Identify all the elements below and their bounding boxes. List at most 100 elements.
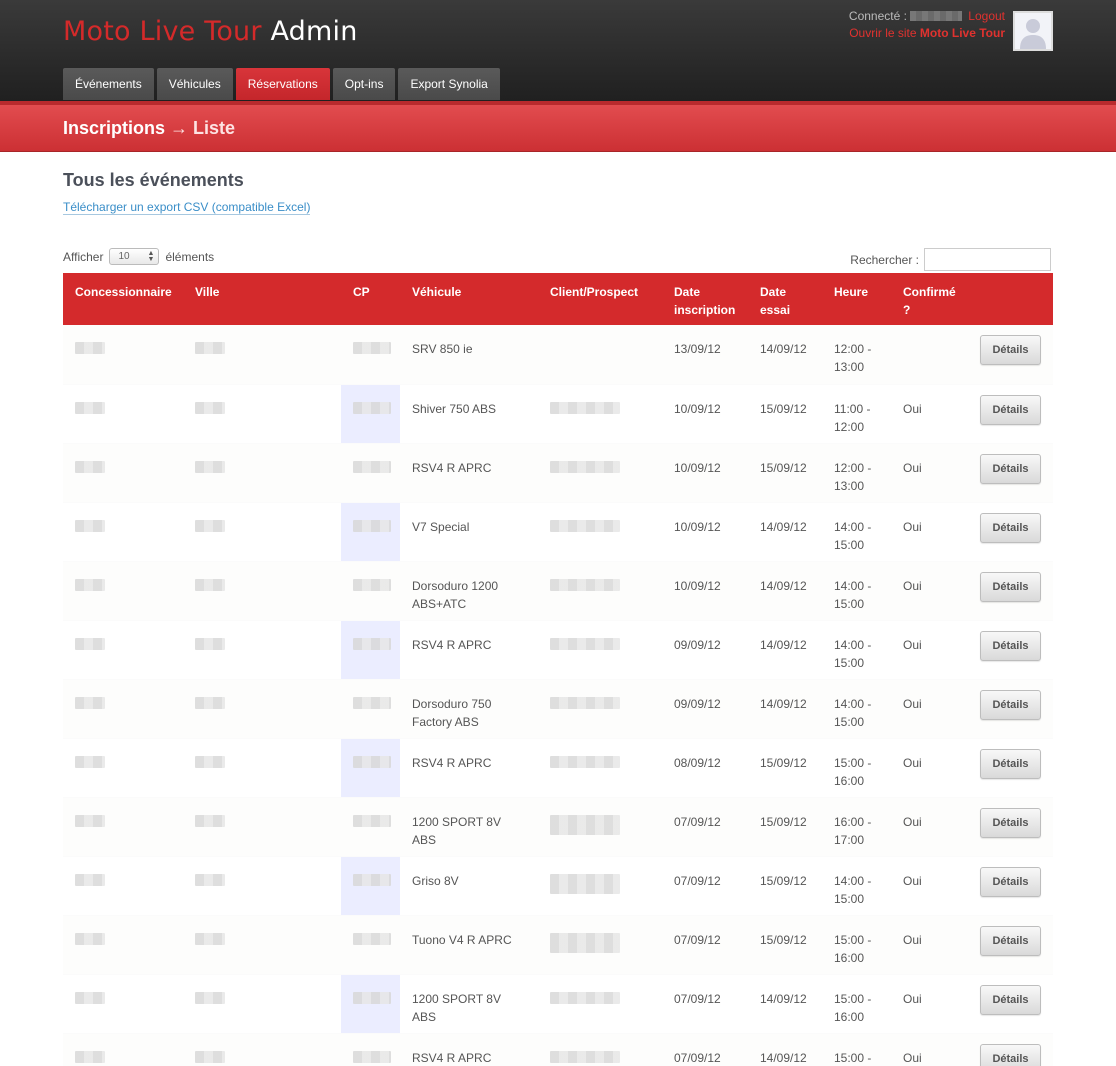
details-button[interactable]: Détails	[980, 630, 1041, 661]
avatar[interactable]	[1013, 11, 1053, 51]
details-button[interactable]: Détails	[980, 866, 1041, 897]
redacted-text	[353, 814, 391, 827]
col-header-vehicule[interactable]: Véhicule	[400, 273, 538, 325]
cell-vehicule: RSV4 R APRC	[400, 443, 538, 503]
cell-heure: 15:00 - 16:00	[822, 915, 891, 975]
cell-client	[538, 856, 662, 916]
open-site-prefix: Ouvrir le site	[849, 26, 917, 40]
col-header-client[interactable]: Client/Prospect	[538, 273, 662, 325]
page-title-arrow: →	[170, 118, 189, 138]
search-control: Rechercher :	[850, 248, 1051, 271]
page-length-select[interactable]: 10 ▲ ▼	[109, 248, 160, 265]
details-button[interactable]: Détails	[980, 453, 1041, 484]
reservations-table: Concessionnaire Ville CP Véhicule Client…	[63, 273, 1053, 1066]
redacted-text	[75, 401, 105, 414]
col-header-ville[interactable]: Ville	[183, 273, 341, 325]
details-button[interactable]: Détails	[980, 748, 1041, 779]
table-row: RSV4 R APRC 09/09/12 14/09/12 14:00 - 15:00…	[63, 620, 1053, 680]
redacted-text	[195, 460, 225, 473]
redacted-text	[550, 696, 620, 709]
cell-date-essai: 15/09/12	[748, 915, 822, 975]
table-row: 1200 SPORT 8V ABS 07/09/12 15/09/12 16:00 -…	[63, 797, 1053, 857]
details-button[interactable]: Détails	[980, 689, 1041, 720]
cell-actions: Détails	[964, 797, 1053, 857]
redacted-text	[75, 1050, 105, 1063]
cell-actions: Détails	[964, 974, 1053, 1034]
details-button[interactable]: Détails	[980, 394, 1041, 425]
csv-export-link[interactable]: Télécharger un export CSV (compatible Ex…	[63, 200, 311, 215]
cell-date-inscription: 07/09/12	[662, 797, 748, 857]
cell-vehicule: RSV4 R APRC	[400, 1033, 538, 1066]
nav-tab-opt-ins[interactable]: Opt-ins	[332, 68, 396, 100]
redacted-text	[75, 460, 105, 473]
redacted-text	[353, 696, 391, 709]
cell-confirme: Oui	[891, 915, 964, 975]
details-button[interactable]: Détails	[980, 512, 1041, 543]
cell-concessionnaire	[63, 797, 183, 857]
redacted-text	[550, 519, 620, 532]
cell-confirme: Oui	[891, 384, 964, 444]
open-site-link[interactable]: Ouvrir le site Moto Live Tour	[849, 26, 1005, 40]
redacted-text	[75, 873, 105, 886]
cell-vehicule: Dorsoduro 1200 ABS+ATC	[400, 561, 538, 621]
cell-date-inscription: 13/09/12	[662, 325, 748, 385]
cell-date-essai: 14/09/12	[748, 679, 822, 739]
details-button[interactable]: Détails	[980, 807, 1041, 838]
cell-cp	[341, 915, 400, 975]
page-band: Inscriptions → Liste	[0, 101, 1116, 152]
nav-tab-reservations[interactable]: Réservations	[235, 68, 330, 100]
cell-cp	[341, 738, 400, 798]
cell-actions: Détails	[964, 856, 1053, 916]
nav-tab-export-synolia[interactable]: Export Synolia	[398, 68, 500, 100]
redacted-text	[195, 932, 225, 945]
col-header-cp[interactable]: CP	[341, 273, 400, 325]
redacted-text	[195, 1050, 225, 1063]
table-row: Tuono V4 R APRC 07/09/12 15/09/12 15:00 - 1…	[63, 915, 1053, 975]
page-length-control: Afficher 10 ▲ ▼ éléments	[63, 248, 214, 265]
details-button[interactable]: Détails	[980, 571, 1041, 602]
cell-date-essai: 15/09/12	[748, 384, 822, 444]
details-button[interactable]: Détails	[980, 984, 1041, 1015]
col-header-confirme[interactable]: Confirmé ?	[891, 273, 964, 325]
redacted-text	[195, 637, 225, 650]
logout-link[interactable]: Logout	[968, 9, 1005, 23]
cell-date-inscription: 10/09/12	[662, 384, 748, 444]
cell-actions: Détails	[964, 1033, 1053, 1066]
table-row: 1200 SPORT 8V ABS 07/09/12 14/09/12 15:00 -…	[63, 974, 1053, 1034]
cell-date-inscription: 10/09/12	[662, 502, 748, 562]
cell-ville	[183, 1033, 341, 1066]
redacted-text	[195, 814, 225, 827]
cell-confirme: Oui	[891, 856, 964, 916]
cell-date-essai: 15/09/12	[748, 797, 822, 857]
redacted-text	[195, 873, 225, 886]
nav-tab-vehicules[interactable]: Véhicules	[156, 68, 233, 100]
cell-actions: Détails	[964, 325, 1053, 385]
cell-cp	[341, 443, 400, 503]
cell-cp	[341, 679, 400, 739]
col-header-date-inscription[interactable]: Date inscription	[662, 273, 748, 325]
cell-date-inscription: 08/09/12	[662, 738, 748, 798]
cell-heure: 14:00 - 15:00	[822, 856, 891, 916]
cell-date-essai: 14/09/12	[748, 325, 822, 385]
cell-cp	[341, 1033, 400, 1066]
col-header-date-essai[interactable]: Date essai	[748, 273, 822, 325]
page-title: Inscriptions → Liste	[63, 118, 235, 139]
nav-tab-evenements[interactable]: Événements	[63, 68, 154, 100]
items-label: éléments	[165, 249, 215, 264]
site-logo[interactable]: Moto Live Tour Admin	[63, 15, 358, 49]
redacted-text	[550, 401, 620, 414]
cell-ville	[183, 797, 341, 857]
details-button[interactable]: Détails	[980, 1043, 1041, 1066]
details-button[interactable]: Détails	[980, 335, 1041, 365]
cell-heure: 15:00 - 16:00	[822, 738, 891, 798]
cell-confirme: Oui	[891, 679, 964, 739]
details-button[interactable]: Détails	[980, 925, 1041, 956]
redacted-text	[550, 578, 620, 591]
cell-confirme: Oui	[891, 738, 964, 798]
cell-concessionnaire	[63, 620, 183, 680]
cell-heure: 15:00 -	[822, 1033, 891, 1066]
cell-heure: 14:00 - 15:00	[822, 502, 891, 562]
search-input[interactable]	[924, 248, 1051, 271]
col-header-concessionnaire[interactable]: Concessionnaire	[63, 273, 183, 325]
col-header-heure[interactable]: Heure	[822, 273, 891, 325]
